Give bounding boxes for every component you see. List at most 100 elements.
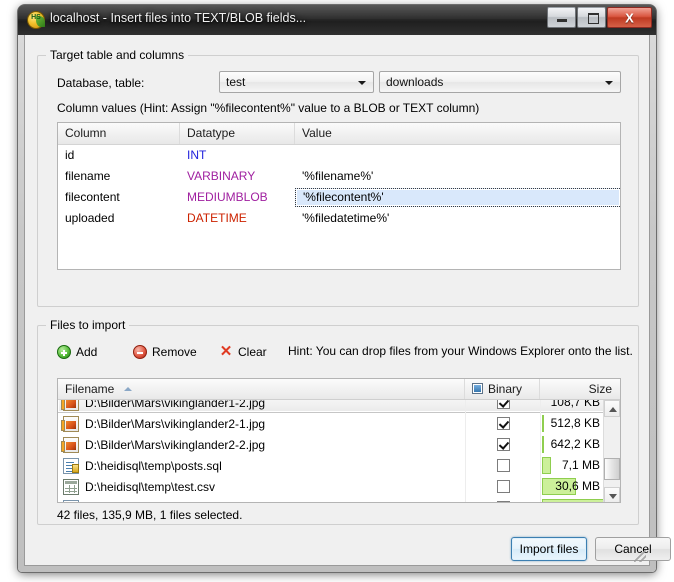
- size-cell: 642,2 KB: [540, 434, 605, 455]
- header-column[interactable]: Column: [58, 123, 180, 144]
- file-name-label: D:\heidisql\temp\posts.sql: [85, 458, 222, 473]
- header-binary[interactable]: Binary: [465, 379, 540, 399]
- checkbox-unchecked-icon[interactable]: [496, 459, 510, 472]
- binary-cell: [465, 455, 540, 476]
- size-cell: 512,8 KB: [540, 413, 605, 434]
- header-filename-label: Filename: [65, 382, 115, 396]
- cross-icon: ✕: [219, 343, 233, 360]
- column-values-row[interactable]: filename VARBINARY '%filename%': [58, 166, 620, 187]
- dialog-client-area: Target table and columns Database, table…: [24, 35, 671, 566]
- size-label: 62,7 MB: [555, 497, 600, 502]
- size-label: 7,1 MB: [561, 458, 600, 472]
- remove-circle-icon: [133, 345, 147, 359]
- import-files-button[interactable]: Import files: [511, 537, 587, 561]
- remove-button[interactable]: Remove: [133, 343, 197, 361]
- maximize-button[interactable]: [577, 7, 606, 28]
- file-list-scrollbar[interactable]: [603, 400, 620, 502]
- column-values-grid[interactable]: Column Datatype Value id INT filename VARBI…: [57, 122, 621, 270]
- size-cell: 7,1 MB: [540, 455, 605, 476]
- scroll-down-button[interactable]: [604, 487, 620, 502]
- file-list-item[interactable]: D:\heidisql\temp\test.sql 62,7 MB: [58, 497, 605, 503]
- cell-column-name: id: [65, 148, 75, 162]
- document-file-icon: [63, 499, 79, 502]
- file-list-item[interactable]: D:\Bilder\Mars\vikinglander1-2.jpg 108,7 …: [58, 400, 605, 413]
- file-name-label: D:\heidisql\temp\test.sql: [85, 501, 212, 503]
- file-list-item[interactable]: D:\heidisql\temp\test.csv 30,6 MB: [58, 476, 605, 497]
- file-name-label: D:\Bilder\Mars\vikinglander1-2.jpg: [85, 400, 266, 410]
- file-list-rows: D:\Bilder\Mars\vikinglander1-2.jpg 108,7 …: [58, 400, 605, 503]
- file-name-cell: D:\Bilder\Mars\vikinglander2-2.jpg: [58, 436, 465, 453]
- table-combobox-value: downloads: [386, 75, 444, 89]
- file-list-item[interactable]: D:\Bilder\Mars\vikinglander2-1.jpg 512,8 …: [58, 413, 605, 434]
- target-group-legend: Target table and columns: [46, 48, 189, 62]
- file-name-label: D:\Bilder\Mars\vikinglander2-1.jpg: [85, 416, 266, 431]
- header-value[interactable]: Value: [295, 123, 620, 144]
- checkbox-checked-icon[interactable]: [496, 400, 510, 409]
- cell-value[interactable]: '%filedatetime%': [295, 208, 620, 229]
- chevron-down-icon: [358, 81, 366, 85]
- cancel-button[interactable]: Cancel: [595, 537, 671, 561]
- chevron-down-icon: [605, 81, 613, 85]
- add-button[interactable]: Add: [57, 343, 97, 361]
- checkbox-checked-icon[interactable]: [496, 417, 510, 430]
- files-group-legend: Files to import: [46, 318, 130, 332]
- file-name-cell: D:\Bilder\Mars\vikinglander1-2.jpg: [58, 400, 465, 411]
- cell-datatype: MEDIUMBLOB: [187, 190, 268, 204]
- clear-button[interactable]: ✕ Clear: [219, 343, 267, 361]
- database-combobox-value: test: [226, 75, 246, 89]
- scroll-down-arrow-icon: [609, 494, 617, 499]
- minimize-icon: [557, 19, 567, 22]
- database-combobox[interactable]: test: [219, 71, 374, 93]
- title-bar[interactable]: localhost - Insert files into TEXT/BLOB …: [18, 5, 656, 35]
- scrollbar-thumb[interactable]: [604, 458, 620, 480]
- remove-button-label: Remove: [152, 345, 197, 359]
- minimize-button[interactable]: [547, 7, 576, 28]
- binary-cell: [465, 434, 540, 455]
- binary-cell: [465, 497, 540, 502]
- column-values-row[interactable]: uploaded DATETIME '%filedatetime%': [58, 208, 620, 229]
- close-icon: X: [625, 10, 634, 25]
- file-name-cell: D:\heidisql\temp\test.csv: [58, 478, 465, 495]
- size-data-bar: [542, 457, 551, 474]
- size-cell: 30,6 MB: [540, 476, 605, 497]
- cell-datatype: VARBINARY: [187, 169, 256, 183]
- heidisql-icon-leaf: [36, 16, 45, 27]
- maximize-icon: [588, 13, 599, 24]
- table-combobox[interactable]: downloads: [379, 71, 621, 93]
- close-button[interactable]: X: [607, 7, 652, 28]
- checkbox-checked-icon[interactable]: [496, 438, 510, 451]
- file-list-scrollport: D:\Bilder\Mars\vikinglander1-2.jpg 108,7 …: [58, 400, 605, 503]
- header-datatype[interactable]: Datatype: [180, 123, 295, 144]
- checkbox-unchecked-icon[interactable]: [496, 501, 510, 502]
- add-circle-icon: [57, 345, 71, 359]
- size-label: 30,6 MB: [555, 479, 600, 493]
- file-list-item[interactable]: D:\Bilder\Mars\vikinglander2-2.jpg 642,2 …: [58, 434, 605, 455]
- size-label: 642,2 KB: [550, 437, 600, 451]
- cell-value[interactable]: '%filename%': [295, 166, 620, 187]
- cell-datatype: DATETIME: [187, 211, 247, 225]
- column-values-row[interactable]: filecontent MEDIUMBLOB '%filecontent%': [58, 187, 620, 208]
- header-size[interactable]: Size: [540, 379, 620, 399]
- header-filename[interactable]: Filename: [58, 379, 465, 399]
- size-data-bar: [542, 415, 544, 432]
- binary-cell: [465, 400, 540, 413]
- file-list-item[interactable]: D:\heidisql\temp\posts.sql 7,1 MB: [58, 455, 605, 476]
- scroll-up-arrow-icon: [609, 407, 617, 412]
- cell-column-name: filename: [65, 169, 111, 183]
- cell-value[interactable]: '%filecontent%': [295, 188, 620, 207]
- dialog-window: localhost - Insert files into TEXT/BLOB …: [18, 5, 671, 572]
- file-list-header: Filename Binary Size: [58, 379, 620, 400]
- cell-value[interactable]: [295, 145, 620, 166]
- target-table-group: Target table and columns Database, table…: [37, 48, 639, 307]
- file-list[interactable]: Filename Binary Size D:\Bilder\Mars\viki…: [57, 378, 621, 503]
- size-label: 108,7 KB: [550, 400, 600, 409]
- window-title: localhost - Insert files into TEXT/BLOB …: [50, 11, 307, 25]
- scroll-up-button[interactable]: [604, 400, 620, 417]
- column-values-row[interactable]: id INT: [58, 145, 620, 166]
- file-name-label: D:\heidisql\temp\test.csv: [85, 479, 216, 494]
- cell-column-name: filecontent: [65, 190, 120, 204]
- resize-grip[interactable]: [634, 550, 646, 562]
- size-data-bar: [542, 436, 544, 453]
- cell-datatype: INT: [187, 148, 207, 162]
- checkbox-unchecked-icon[interactable]: [496, 480, 510, 493]
